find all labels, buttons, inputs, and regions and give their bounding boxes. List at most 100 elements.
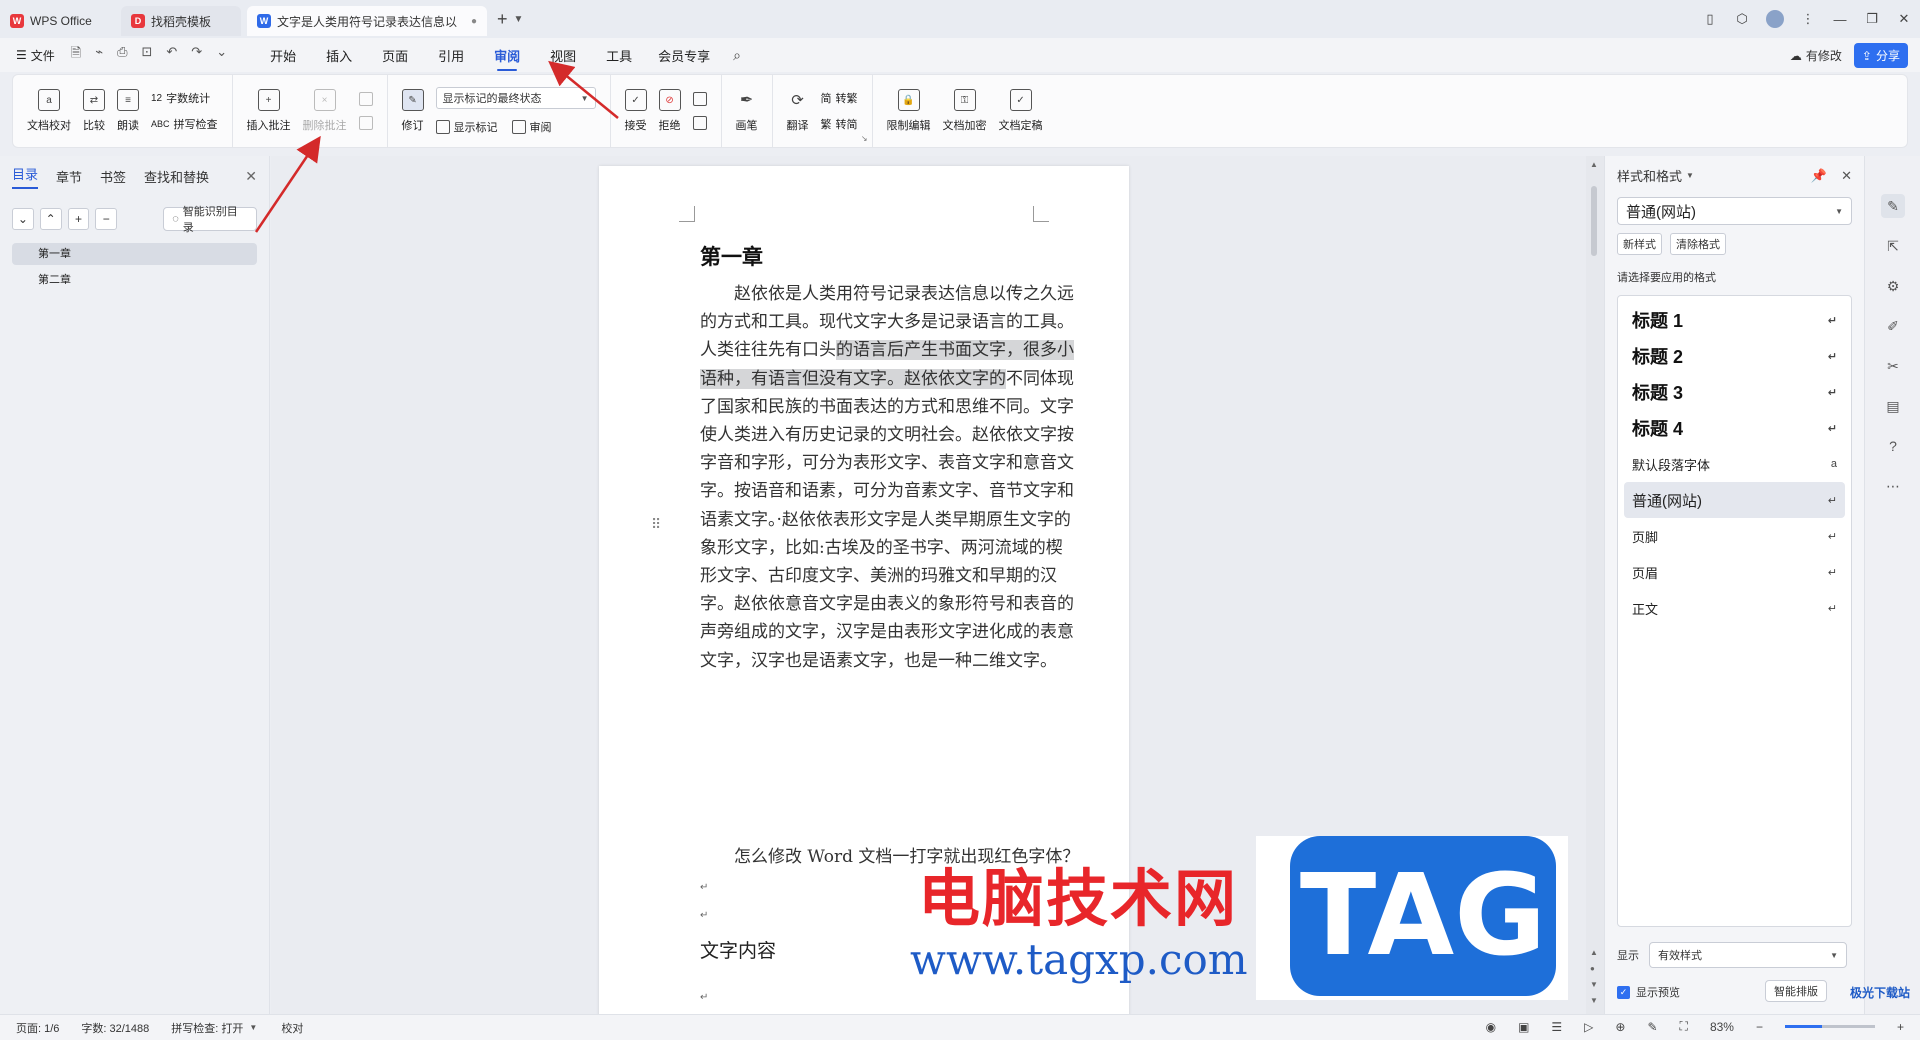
next-page-icon[interactable]: ▼ (1590, 980, 1598, 989)
remove-heading-icon[interactable]: − (95, 208, 118, 230)
translate-button[interactable]: ⟳ 翻译 (787, 89, 809, 133)
vertical-scrollbar[interactable]: ▲ ▲ ● ▼ ▼ (1586, 156, 1604, 1014)
menu-tools[interactable]: 工具 (591, 46, 647, 65)
book-icon[interactable]: ▤ (1881, 394, 1905, 418)
review-pane-button[interactable]: 审阅 (511, 119, 552, 135)
new-style-button[interactable]: 新样式 (1617, 233, 1662, 255)
layout-icon[interactable]: ▯ (1694, 11, 1726, 27)
accept-button[interactable]: ✓ 接受 (624, 89, 647, 133)
group-expander-icon[interactable]: ↘ (861, 134, 868, 143)
outline-view-icon[interactable]: ☰ (1551, 1020, 1562, 1034)
chevron-down-icon[interactable]: ▼ (1686, 171, 1694, 180)
track-changes-button[interactable]: ✎ 修订 (401, 89, 424, 133)
scroll-down-icon[interactable]: ▼ (1590, 996, 1598, 1005)
spell-check-status[interactable]: 拼写检查: 打开 (171, 1020, 243, 1036)
proof-status[interactable]: 校对 (281, 1020, 303, 1036)
style-item[interactable]: 标题 4 ↵ (1624, 410, 1845, 446)
adjust-sliders-icon[interactable]: ⚙ (1881, 274, 1905, 298)
page-view-icon[interactable]: ▣ (1518, 1020, 1529, 1034)
clear-format-button[interactable]: 清除格式 (1670, 233, 1726, 255)
compare-button[interactable]: ⇄ 比较 (83, 89, 105, 133)
finalize-button[interactable]: ✓ 文档定稿 (999, 89, 1043, 133)
chevron-down-icon[interactable]: ▼ (249, 1023, 257, 1032)
pin-icon[interactable]: 📌 (1811, 168, 1827, 184)
tab-wps-office[interactable]: W WPS Office (0, 6, 115, 36)
menu-view[interactable]: 视图 (535, 46, 591, 65)
page-indicator[interactable]: 页面: 1/6 (16, 1020, 59, 1036)
encrypt-button[interactable]: ⚿ 文档加密 (943, 89, 987, 133)
zoom-in-icon[interactable]: + (1897, 1020, 1904, 1034)
style-item[interactable]: 页眉 ↵ (1624, 554, 1845, 590)
document-heading[interactable]: 第一章 (700, 241, 763, 271)
link-icon[interactable]: ⌁ (95, 44, 103, 66)
expand-chevron-icon[interactable]: ⌃ (39, 208, 62, 230)
markup-mode-select[interactable]: 显示标记的最终状态 ▼ (435, 87, 596, 109)
cube-icon[interactable]: ⬡ (1726, 11, 1758, 27)
word-count-button[interactable]: 12 字数统计 (151, 90, 218, 106)
style-item[interactable]: 标题 3 ↵ (1624, 374, 1845, 410)
tab-find-templates[interactable]: D 找稻壳模板 (121, 6, 241, 36)
new-tab-plus-icon[interactable]: + (497, 9, 508, 30)
search-icon[interactable]: ⌕ (733, 47, 741, 64)
add-heading-icon[interactable]: + (67, 208, 90, 230)
zoom-level[interactable]: 83% (1710, 1020, 1734, 1034)
restore-icon[interactable]: ❐ (1856, 11, 1888, 27)
style-item[interactable]: 正文 ↵ (1624, 590, 1845, 626)
customize-chevron-icon[interactable]: ⌄ (216, 44, 227, 66)
eye-protect-icon[interactable]: ◉ (1486, 1020, 1496, 1034)
fit-page-icon[interactable]: ⛶ (1680, 1019, 1688, 1034)
share-button[interactable]: ⇪ 分享 (1853, 43, 1908, 68)
delete-comment-button[interactable]: × 删除批注 (303, 89, 347, 133)
style-item[interactable]: 默认段落字体 a (1624, 446, 1845, 482)
spell-check-button[interactable]: ABC 拼写检查 (151, 116, 218, 132)
to-traditional-button[interactable]: 简 转繁 (821, 90, 858, 106)
style-item[interactable]: 标题 2 ↵ (1624, 338, 1845, 374)
read-aloud-button[interactable]: ≡ 朗读 (117, 89, 139, 133)
more-icon[interactable]: ⋮ (1792, 11, 1824, 27)
current-style-select[interactable]: 普通(网站) ▼ (1617, 197, 1852, 225)
tab-bookmarks[interactable]: 书签 (100, 167, 126, 186)
show-filter-select[interactable]: 有效样式 ▼ (1649, 942, 1847, 968)
scroll-thumb[interactable] (1591, 186, 1597, 256)
zoom-out-icon[interactable]: − (1756, 1020, 1763, 1034)
print-icon[interactable]: ⎙ (117, 44, 127, 66)
smart-layout-button[interactable]: 智能排版 (1765, 980, 1827, 1002)
styles-pane-title[interactable]: 样式和格式 (1617, 166, 1682, 185)
style-item[interactable]: 页脚 ↵ (1624, 518, 1845, 554)
style-item[interactable]: 标题 1 ↵ (1624, 302, 1845, 338)
toc-item[interactable]: 第二章 (12, 269, 257, 291)
menu-review[interactable]: 审阅 (479, 46, 535, 71)
drag-handle-icon[interactable]: ⠿ (651, 516, 661, 533)
tab-toc[interactable]: 目录 (12, 164, 39, 189)
show-markup-button[interactable]: 显示标记 (435, 119, 498, 135)
prev-change-button[interactable] (692, 92, 707, 106)
changes-button[interactable]: ☁ 有修改 (1790, 47, 1842, 64)
content-label[interactable]: 文字内容 (700, 936, 776, 963)
redo-icon[interactable]: ↷ (191, 44, 202, 66)
save-icon[interactable]: 🗎 (71, 44, 81, 66)
edit-doc-icon[interactable]: ✐ (1881, 314, 1905, 338)
avatar[interactable] (1766, 10, 1784, 28)
next-comment-button[interactable] (358, 116, 373, 130)
tab-list-chevron-icon[interactable]: ▼ (514, 14, 524, 25)
close-pane-icon[interactable]: ✕ (245, 168, 257, 185)
restrict-edit-button[interactable]: 🔒 限制编辑 (887, 89, 931, 133)
undo-icon[interactable]: ↶ (166, 44, 177, 66)
select-cursor-icon[interactable]: ⇱ (1881, 234, 1905, 258)
word-count-indicator[interactable]: 字数: 32/1488 (81, 1020, 149, 1036)
more-dots-icon[interactable]: ⋯ (1881, 474, 1905, 498)
tab-document[interactable]: W 文字是人类用符号记录表达信息以 ● (247, 6, 487, 36)
pen-button[interactable]: ✒ 画笔 (736, 89, 758, 133)
menu-member[interactable]: 会员专享 (647, 46, 721, 65)
pen-mode-icon[interactable]: ✎ (1647, 1020, 1657, 1034)
print-preview-icon[interactable]: ⊡ (141, 44, 152, 66)
menu-insert[interactable]: 插入 (311, 46, 367, 65)
close-icon[interactable]: ✕ (1888, 11, 1920, 27)
tab-sections[interactable]: 章节 (56, 167, 82, 186)
show-preview-checkbox[interactable]: ✓ 显示预览 (1617, 984, 1680, 1000)
zoom-slider[interactable] (1784, 1025, 1875, 1028)
style-brush-icon[interactable]: ✎ (1881, 194, 1905, 218)
web-view-icon[interactable]: ⊕ (1615, 1020, 1625, 1034)
help-icon[interactable]: ? (1881, 434, 1905, 458)
play-icon[interactable]: ▷ (1584, 1020, 1593, 1034)
